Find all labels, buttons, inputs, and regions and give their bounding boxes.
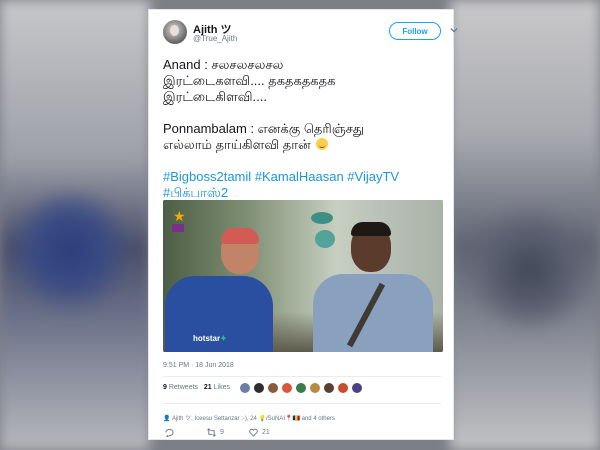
tweet-stats: 9 Retweets 21 Likes <box>163 384 230 391</box>
hotstar-star-icon: ✦ <box>220 334 227 343</box>
like-count: 21 <box>262 429 270 436</box>
channel-star-logo-icon: ★ <box>173 208 186 224</box>
reply-action[interactable] <box>165 428 178 437</box>
hashtag-link[interactable]: #VijayTV <box>347 169 399 184</box>
hotstar-watermark: hotstar✦ <box>193 334 227 343</box>
retweets-label[interactable]: Retweets <box>169 384 198 391</box>
hashtag-link[interactable]: #KamalHaasan <box>255 169 344 184</box>
avatar-face <box>170 25 179 36</box>
decor-vase <box>311 212 333 224</box>
tweet-text-line: எல்லாம் தாய்கிளவி தான் <box>163 137 448 153</box>
liker-avatar[interactable] <box>337 382 349 394</box>
background-left-blur <box>10 190 130 310</box>
liker-avatar[interactable] <box>323 382 335 394</box>
heart-icon <box>249 428 258 437</box>
liker-avatar[interactable] <box>253 382 265 394</box>
hashtags-line: #Bigboss2tamil #KamalHaasan #VijayTV <box>163 169 448 185</box>
tweet-media-image[interactable]: ★ hotstar✦ <box>163 200 443 352</box>
reply-icon <box>165 428 174 437</box>
tweet-text-line: Anand : சலசலசலசல <box>163 57 284 72</box>
person-right <box>303 222 443 352</box>
tweet-text-line: Ponnambalam : எனக்கு தெரிஞ்சது <box>163 121 365 136</box>
tweet-text-line: இரட்டைகிளவி.... <box>163 89 267 104</box>
liker-avatar[interactable] <box>351 382 363 394</box>
person-right-hair <box>351 222 391 236</box>
tweet-actions: 9 21 <box>163 428 443 440</box>
channel-logo-badge-icon <box>172 224 184 232</box>
likes-label[interactable]: Likes <box>214 384 230 391</box>
reply-context-text[interactable]: Ajith ツ, Iceesu Settanzar :-), 24 💡/SuNA… <box>172 416 335 422</box>
follow-button[interactable]: Follow <box>389 22 441 40</box>
user-avatar[interactable] <box>163 20 187 44</box>
liker-avatar[interactable] <box>239 382 251 394</box>
liker-avatar[interactable] <box>295 382 307 394</box>
hotstar-watermark-text: hotstar <box>193 334 221 343</box>
person-left-hair <box>221 228 259 244</box>
liker-avatar[interactable] <box>309 382 321 394</box>
tweet-header: Ajith ツ @True_Ajith Follow <box>163 20 458 50</box>
retweets-count[interactable]: 9 <box>163 384 167 391</box>
people-icon: 👤 <box>163 416 171 422</box>
reply-context: 👤 Ajith ツ, Iceesu Settanzar :-), 24 💡/Su… <box>163 413 335 422</box>
tweet-text-line: இரட்டைகளவி.... தகதகதகதக <box>163 73 336 88</box>
liker-avatar[interactable] <box>281 382 293 394</box>
grinning-face-emoji-icon <box>316 138 329 150</box>
like-action[interactable]: 21 <box>249 428 270 437</box>
hashtag-link[interactable]: #பிக்பாஸ்2 <box>163 185 228 200</box>
tweet-text-segment: எல்லாம் தாய்கிளவி தான் <box>163 137 311 152</box>
chevron-down-icon[interactable] <box>450 26 458 34</box>
author-handle[interactable]: @True_Ajith <box>193 34 237 43</box>
liker-avatar[interactable] <box>267 382 279 394</box>
tweet-card: Ajith ツ @True_Ajith Follow Anand : சலசலச… <box>148 9 458 440</box>
retweet-icon <box>207 428 216 437</box>
background-right-blur <box>470 210 590 330</box>
retweet-action[interactable]: 9 <box>207 428 224 437</box>
retweet-count: 9 <box>220 429 224 436</box>
tweet-timestamp[interactable]: 9:51 PM · 18 Jun 2018 <box>163 362 234 369</box>
hashtag-link[interactable]: #Bigboss2tamil <box>163 169 251 184</box>
likes-count[interactable]: 21 <box>204 384 212 391</box>
person-right-body <box>313 274 433 352</box>
divider <box>163 376 441 377</box>
divider <box>163 403 441 404</box>
tweet-text: Anand : சலசலசலசல இரட்டைகளவி.... தகதகதகதக… <box>163 57 448 201</box>
hashtags-line: #பிக்பாஸ்2 <box>163 185 448 201</box>
